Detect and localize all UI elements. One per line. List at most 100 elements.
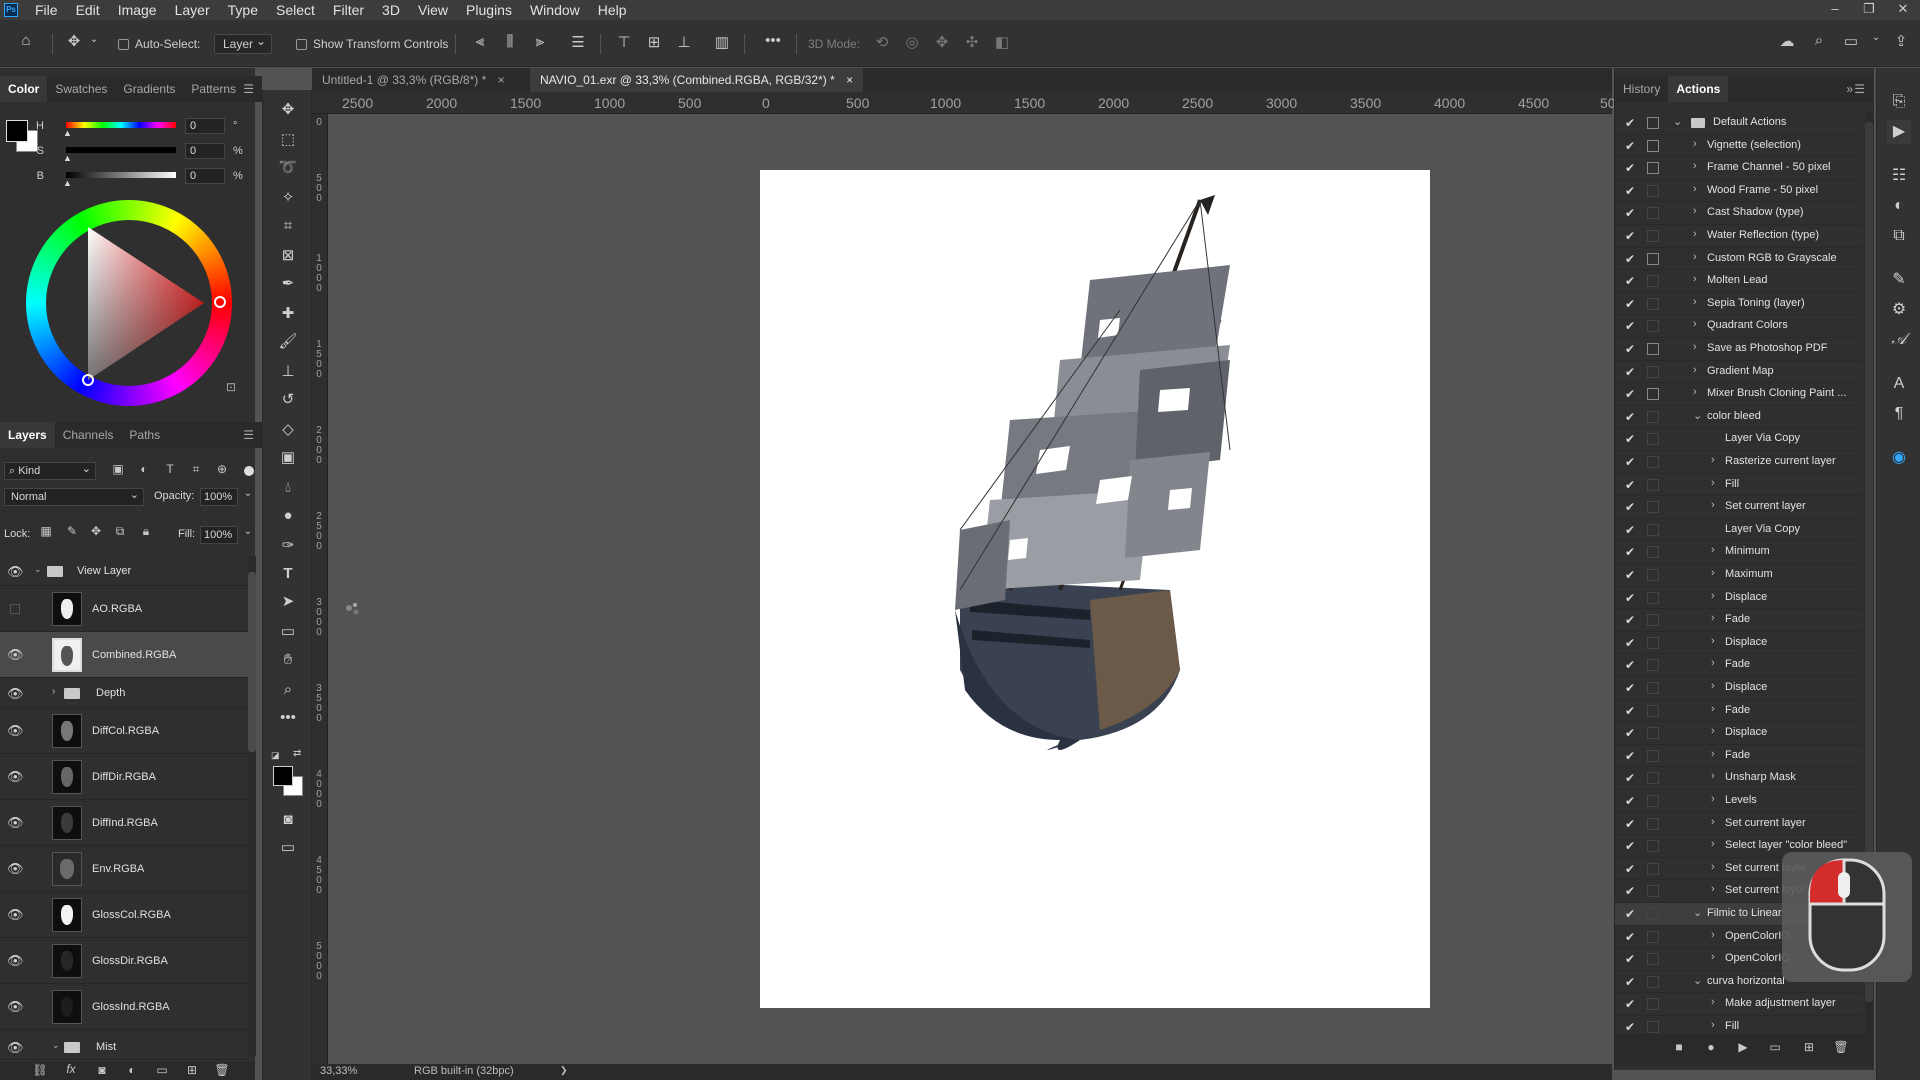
dialog-toggle-icon[interactable] (1647, 297, 1659, 310)
toggle-item-check-icon[interactable]: ✔ (1625, 184, 1635, 198)
stop-recording-icon[interactable]: ■ (1671, 1040, 1687, 1054)
dialog-toggle-icon[interactable] (1647, 478, 1659, 491)
align-left-icon[interactable]: ⫷ (470, 33, 490, 50)
filter-pixel-icon[interactable]: ▣ (110, 462, 126, 476)
auto-select-checkbox[interactable] (118, 38, 129, 50)
tab-gradients[interactable]: Gradients (115, 76, 183, 102)
toggle-item-check-icon[interactable]: ✔ (1625, 1020, 1635, 1034)
brightness-slider[interactable] (66, 172, 176, 178)
toggle-item-check-icon[interactable]: ✔ (1625, 319, 1635, 333)
toggle-item-check-icon[interactable]: ✔ (1625, 658, 1635, 672)
toggle-item-check-icon[interactable]: ✔ (1625, 297, 1635, 311)
toggle-item-check-icon[interactable]: ✔ (1625, 229, 1635, 243)
group-expand-chevron-icon[interactable]: › (52, 686, 55, 697)
toggle-item-check-icon[interactable]: ✔ (1625, 952, 1635, 966)
expand-chevron-right-icon[interactable]: › (1693, 364, 1697, 376)
toggle-item-check-icon[interactable]: ✔ (1625, 839, 1635, 853)
dialog-toggle-icon[interactable] (1647, 433, 1659, 446)
expand-chevron-right-icon[interactable]: › (1693, 318, 1697, 330)
layer-glossdir-rgba[interactable]: 👁︎ GlossDir.RGBA (0, 938, 248, 984)
dialog-toggle-icon[interactable] (1647, 998, 1659, 1011)
visibility-eye-icon[interactable]: 👁︎ (7, 999, 24, 1015)
filter-smart-object-icon[interactable]: ⊕ (214, 462, 230, 476)
menu-edit[interactable]: Edit (67, 0, 109, 20)
pen-tool-icon[interactable]: ✑ (274, 534, 302, 558)
paragraph-panel-icon[interactable]: ¶ (1887, 402, 1911, 426)
dialog-toggle-icon[interactable] (1647, 614, 1659, 627)
expand-chevron-right-icon[interactable]: › (1693, 160, 1697, 172)
toggle-item-check-icon[interactable]: ✔ (1625, 930, 1635, 944)
expand-chevron-down-icon[interactable]: ⌄ (1693, 906, 1702, 919)
toggle-item-check-icon[interactable]: ✔ (1625, 771, 1635, 785)
dialog-toggle-icon[interactable] (1647, 772, 1659, 785)
layer-group-view-layer[interactable]: 👁︎ ⌄ View Layer (0, 556, 248, 586)
marquee-tool-icon[interactable]: ⬚ (274, 128, 302, 152)
color-picker-marker[interactable] (82, 374, 94, 386)
expand-chevron-right-icon[interactable]: › (1711, 657, 1715, 669)
delete-layer-icon[interactable]: 🗑︎ (214, 1063, 230, 1077)
auto-select-target-dropdown[interactable]: Layer (214, 32, 273, 54)
link-layers-icon[interactable]: ⛓︎ (32, 1063, 48, 1077)
toggle-item-check-icon[interactable]: ✔ (1625, 139, 1635, 153)
menu-filter[interactable]: Filter (324, 0, 373, 20)
edit-toolbar-icon[interactable]: ••• (274, 706, 302, 730)
action-item[interactable]: ✔ › Custom RGB to Grayscale (1615, 248, 1863, 271)
quick-mask-icon[interactable]: ◙ (274, 808, 302, 832)
lock-transparent-icon[interactable]: ▦ (38, 524, 54, 538)
menu-view[interactable]: View (409, 0, 457, 20)
expand-chevron-right-icon[interactable]: › (1711, 499, 1715, 511)
action-step[interactable]: ✔ Layer Via Copy (1615, 428, 1863, 451)
action-step[interactable]: ✔ › Fade (1615, 700, 1863, 723)
dialog-toggle-icon[interactable] (1647, 456, 1659, 468)
dialog-toggle-icon[interactable] (1647, 275, 1659, 288)
tab-swatches[interactable]: Swatches (47, 76, 115, 102)
action-step[interactable]: ✔ › Displace (1615, 632, 1863, 655)
frame-tool-icon[interactable]: ⊠ (274, 244, 302, 268)
dialog-toggle-icon[interactable] (1647, 569, 1659, 581)
expand-chevron-right-icon[interactable]: › (1693, 296, 1697, 308)
expand-chevron-right-icon[interactable]: › (1693, 138, 1697, 150)
expand-chevron-right-icon[interactable]: › (1693, 183, 1697, 195)
menu-type[interactable]: Type (219, 0, 267, 20)
share-icon[interactable]: ⇪ (1890, 32, 1912, 50)
layers-scrollbar-thumb[interactable] (248, 572, 256, 752)
brushes-panel-icon[interactable]: ✎ (1887, 268, 1911, 292)
action-step[interactable]: ✔ › Fill (1615, 474, 1863, 497)
expand-chevron-right-icon[interactable]: › (1711, 929, 1715, 941)
record-icon[interactable]: ● (1703, 1040, 1719, 1054)
dialog-toggle-icon[interactable] (1647, 795, 1659, 807)
expand-chevron-down-icon[interactable]: ⌄ (1693, 409, 1702, 422)
layer-env-rgba[interactable]: 👁︎ Env.RGBA (0, 846, 248, 892)
toggle-item-check-icon[interactable]: ✔ (1625, 206, 1635, 220)
actions-panel-menu-icon[interactable]: ☰ (1854, 82, 1865, 96)
toggle-item-check-icon[interactable]: ✔ (1625, 545, 1635, 559)
layer-ao-rgba[interactable]: AO.RGBA (0, 586, 248, 632)
action-item[interactable]: ✔ › Molten Lead (1615, 270, 1863, 293)
action-item[interactable]: ✔ › Water Reflection (type) (1615, 225, 1863, 248)
layer-glosscol-rgba[interactable]: 👁︎ GlossCol.RGBA (0, 892, 248, 938)
dialog-toggle-icon[interactable] (1647, 230, 1659, 242)
dialog-toggle-icon[interactable] (1647, 682, 1659, 694)
history-panel-icon[interactable]: ⎘ (1887, 90, 1911, 114)
expand-chevron-right-icon[interactable]: › (1711, 612, 1715, 624)
screen-mode-icon[interactable]: ▭ (274, 836, 302, 860)
dialog-toggle-icon[interactable] (1647, 727, 1659, 740)
align-right-icon[interactable]: ⫸ (530, 33, 550, 50)
menu-image[interactable]: Image (109, 0, 166, 20)
dialog-toggle-icon[interactable] (1647, 207, 1659, 220)
expand-chevron-right-icon[interactable]: › (1711, 1019, 1715, 1031)
action-step[interactable]: ✔ › Make adjustment layer (1615, 993, 1863, 1016)
toggle-item-check-icon[interactable]: ✔ (1625, 410, 1635, 424)
play-icon[interactable]: ▶ (1735, 1040, 1751, 1054)
action-item[interactable]: ✔ › Gradient Map (1615, 361, 1863, 384)
new-group-icon[interactable]: ▭ (154, 1063, 170, 1077)
align-bottom-icon[interactable]: ⊥ (674, 33, 694, 51)
fx-icon[interactable]: fx (62, 1062, 80, 1076)
action-step[interactable]: ✔ › Levels (1615, 790, 1863, 813)
toggle-item-check-icon[interactable]: ✔ (1625, 523, 1635, 537)
action-step[interactable]: ✔ › Displace (1615, 587, 1863, 610)
toggle-item-check-icon[interactable]: ✔ (1625, 817, 1635, 831)
dialog-toggle-icon[interactable] (1647, 862, 1659, 875)
toggle-item-check-icon[interactable]: ✔ (1625, 478, 1635, 492)
foreground-color-tool[interactable] (273, 766, 293, 786)
